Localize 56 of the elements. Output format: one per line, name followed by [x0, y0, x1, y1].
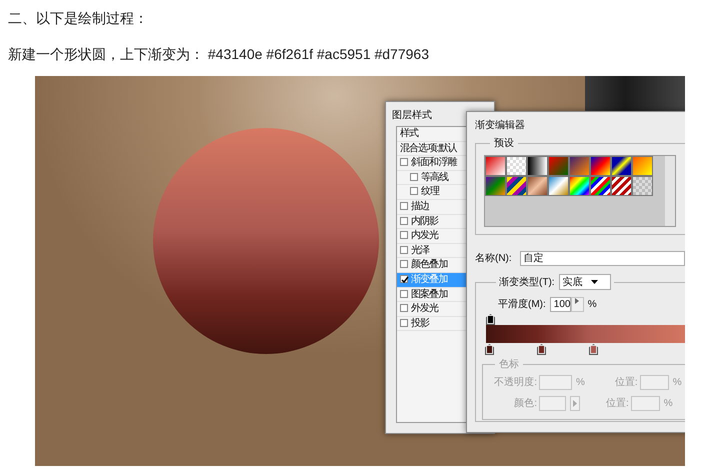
opacity-label: 不透明度: — [493, 376, 537, 390]
smoothness-label: 平滑度(M): — [498, 298, 546, 312]
percent-unit: % — [576, 376, 585, 390]
scrollbar[interactable] — [665, 156, 675, 226]
gradient-swatch[interactable] — [569, 156, 590, 176]
smoothness-field[interactable]: 100 — [550, 297, 571, 312]
stepper-button[interactable] — [570, 297, 584, 312]
dialog-title: 渐变编辑器 — [475, 120, 525, 131]
gradient-swatch[interactable] — [611, 176, 632, 196]
gradient-swatch[interactable] — [548, 156, 569, 176]
percent-unit: % — [672, 376, 682, 390]
color-stop[interactable] — [485, 344, 494, 355]
gradient-swatch[interactable] — [548, 176, 569, 196]
caret-icon — [590, 280, 598, 284]
checkbox[interactable] — [400, 246, 408, 254]
gradient-swatch[interactable] — [506, 176, 527, 196]
percent-unit: % — [664, 397, 673, 411]
gradient-swatch[interactable] — [569, 176, 590, 196]
checkbox[interactable] — [400, 274, 408, 283]
arrow-icon — [575, 298, 580, 304]
checkbox[interactable] — [400, 202, 408, 210]
gradient-swatch[interactable] — [485, 156, 506, 176]
gradient-swatch[interactable] — [632, 156, 653, 176]
dialog-title: 图层样式 — [392, 110, 432, 121]
type-label: 渐变类型(T): — [499, 276, 555, 290]
checkbox[interactable] — [400, 304, 408, 312]
gradient-swatch[interactable] — [590, 156, 611, 176]
percent-unit: % — [588, 298, 597, 312]
checkbox[interactable] — [410, 172, 418, 181]
type-select[interactable]: 实底 — [558, 274, 611, 290]
gradient-bar[interactable] — [486, 325, 685, 343]
gradient-swatch[interactable] — [485, 176, 506, 196]
checkbox[interactable] — [400, 158, 408, 166]
checkbox[interactable] — [400, 231, 408, 240]
blend-options-item[interactable]: 混合选项:默认 — [400, 142, 456, 154]
checkbox[interactable] — [400, 260, 408, 268]
color-stop[interactable] — [589, 344, 598, 355]
location-label: 位置: — [614, 376, 638, 390]
gradient-swatch[interactable] — [527, 156, 548, 176]
location-label: 位置: — [606, 396, 629, 411]
color-stop[interactable] — [537, 344, 546, 355]
list-header: 样式 — [400, 128, 418, 139]
gradient-swatch[interactable] — [611, 156, 632, 176]
gradient-swatch[interactable] — [632, 176, 653, 196]
color-label: 颜色: — [513, 396, 537, 411]
opacity-stop[interactable] — [486, 314, 495, 325]
gradient-swatch[interactable] — [506, 156, 527, 176]
checkbox[interactable] — [400, 318, 408, 327]
checkbox[interactable] — [400, 216, 408, 225]
name-field[interactable]: 自定 — [520, 251, 685, 266]
checkbox[interactable] — [410, 187, 418, 196]
intro-sentence: 新建一个形状圆，上下渐变为： #43140e #6f261f #ac5951 #d77963 — [8, 45, 430, 64]
gradient-swatch[interactable] — [527, 176, 548, 196]
heading: 二、以下是绘制过程： — [8, 9, 149, 28]
checkbox[interactable] — [400, 290, 408, 298]
gradient-swatch[interactable] — [590, 176, 611, 196]
